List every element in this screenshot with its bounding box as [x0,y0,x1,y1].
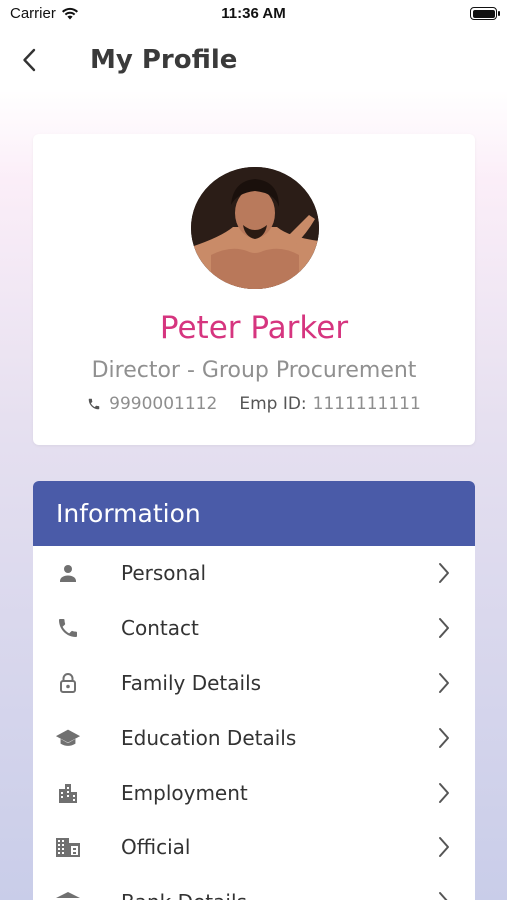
lock-icon [55,670,81,696]
app-bar: My Profile [0,36,507,86]
info-row-family-details[interactable]: Family Details [33,656,475,711]
emp-id-label: Emp ID: [239,394,307,414]
phone-number[interactable]: 9990001112 [109,394,217,414]
person-icon [55,560,81,586]
graduation-cap-icon [55,725,81,751]
info-row-label: Bank Details [121,890,247,900]
status-time: 11:36 AM [221,5,286,22]
info-row-official[interactable]: Official [33,820,475,875]
profile-designation: Director - Group Procurement [91,358,417,383]
status-bar: Carrier 11:36 AM [0,0,507,28]
info-row-label: Employment [121,780,248,805]
building-icon [55,834,81,860]
chevron-right-icon [435,835,453,859]
emp-id-value: 1111111111 [312,394,421,414]
information-card: Information Personal Contact Family Deta… [33,481,475,900]
chevron-right-icon [435,561,453,585]
information-header: Information [33,481,475,546]
info-row-employment[interactable]: Employment [33,765,475,820]
profile-card: Peter Parker Director - Group Procuremen… [33,134,475,445]
avatar[interactable] [191,167,319,289]
info-row-contact[interactable]: Contact [33,601,475,656]
info-row-education-details[interactable]: Education Details [33,710,475,765]
phone-icon [87,397,101,411]
info-row-label: Education Details [121,725,297,750]
profile-meta: 9990001112 Emp ID: 1111111111 [33,394,475,414]
info-row-label: Official [121,835,191,860]
chevron-right-icon [435,726,453,750]
chevron-left-icon [22,48,36,72]
chevron-right-icon [435,616,453,640]
info-row-label: Family Details [121,670,262,695]
chevron-right-icon [435,890,453,900]
bank-icon [55,889,81,900]
chevron-right-icon [435,671,453,695]
chevron-right-icon [435,781,453,805]
info-row-label: Personal [121,561,207,586]
info-row-personal[interactable]: Personal [33,546,475,601]
info-row-label: Contact [121,616,199,641]
profile-name: Peter Parker [159,310,349,346]
phone-icon [55,615,81,641]
city-icon [55,780,81,806]
page-title: My Profile [90,45,238,75]
back-button[interactable] [14,44,44,76]
info-row-bank-details[interactable]: Bank Details [33,875,475,900]
battery-icon [470,7,500,20]
